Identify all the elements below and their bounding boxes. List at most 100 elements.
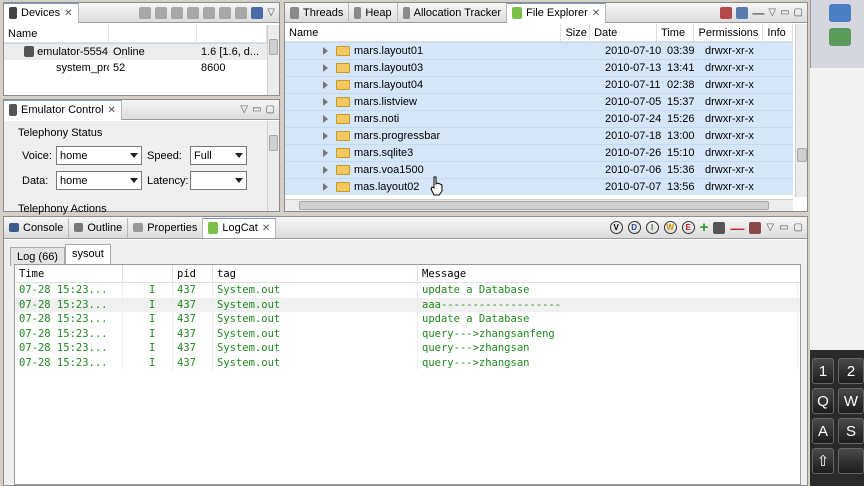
expand-arrow-icon[interactable] [323, 97, 328, 106]
log-row[interactable]: 07-28 15:23... I 437 System.out query--->zha… [15, 341, 800, 356]
debug-filter-button[interactable]: D [627, 221, 641, 234]
shift-key[interactable]: ⇧ [812, 448, 834, 474]
expand-arrow-icon[interactable] [323, 131, 328, 140]
delete-icon[interactable]: — [752, 6, 764, 20]
file-col-info[interactable]: Info [763, 24, 793, 42]
expand-arrow-icon[interactable] [323, 182, 328, 191]
close-icon[interactable]: ✕ [592, 8, 600, 19]
debug-icon[interactable] [139, 6, 152, 19]
key-z[interactable] [838, 448, 864, 474]
devices-col-name[interactable]: Name [4, 24, 109, 43]
tab-threads[interactable]: Threads [285, 2, 350, 23]
speed-select[interactable]: Full [190, 146, 247, 165]
file-col-name[interactable]: Name [285, 24, 562, 42]
log-col-tag[interactable]: tag [213, 264, 418, 283]
maximize-icon[interactable]: ▢ [794, 7, 803, 18]
close-icon[interactable]: ✕ [262, 223, 270, 234]
tab-outline[interactable]: Outline [69, 217, 129, 238]
expand-arrow-icon[interactable] [323, 148, 328, 157]
add-filter-icon[interactable]: + [700, 219, 709, 236]
push-file-icon[interactable] [736, 6, 749, 19]
tab-emulator-control[interactable]: Emulator Control ✕ [4, 99, 122, 120]
file-explorer-vscroll-thumb[interactable] [797, 148, 807, 162]
log-row[interactable]: 07-28 15:23... I 437 System.out aaa---------… [15, 297, 800, 312]
edit-filter-icon[interactable] [713, 221, 726, 234]
key-a[interactable]: A [812, 418, 834, 444]
error-filter-button[interactable]: E [681, 221, 695, 234]
desktop-shortcut-icon[interactable] [829, 28, 851, 46]
tab-logcat[interactable]: LogCat ✕ [203, 217, 277, 238]
verbose-filter-button[interactable]: V [609, 221, 623, 234]
devices-col-status[interactable] [109, 24, 197, 43]
screen-capture-icon[interactable] [251, 6, 264, 19]
minimize-icon[interactable]: ▭ [779, 222, 788, 233]
maximize-icon[interactable]: ▢ [794, 222, 803, 233]
file-row[interactable]: mars.layout01 2010-07-10 03:39 drwxr-xr-x [285, 42, 793, 59]
emulator-scrollbar[interactable] [267, 121, 279, 211]
tab-properties[interactable]: Properties [128, 217, 204, 238]
key-1[interactable]: 1 [812, 358, 834, 384]
maximize-icon[interactable]: ▢ [266, 104, 275, 115]
key-s[interactable]: S [838, 418, 864, 444]
expand-arrow-icon[interactable] [323, 80, 328, 89]
file-col-time[interactable]: Time [657, 24, 695, 42]
devices-scroll-thumb[interactable] [269, 39, 278, 55]
devices-scrollbar[interactable] [267, 25, 279, 95]
log-row[interactable]: 07-28 15:23... I 437 System.out query--->zha… [15, 355, 800, 370]
emulator-scroll-thumb[interactable] [269, 135, 278, 151]
dump-hprof-icon[interactable] [171, 6, 184, 19]
tab-heap[interactable]: Heap [349, 2, 398, 23]
close-icon[interactable]: ✕ [64, 8, 72, 19]
tab-file-explorer[interactable]: File Explorer ✕ [507, 2, 607, 23]
tab-devices[interactable]: Devices ✕ [4, 2, 79, 23]
file-explorer-hscroll[interactable] [285, 199, 793, 211]
log-col-pid[interactable]: pid [173, 264, 213, 283]
warn-filter-button[interactable]: W [663, 221, 677, 234]
view-menu-icon[interactable]: ▽ [240, 104, 248, 115]
method-profiling-icon[interactable] [219, 6, 232, 19]
gc-icon[interactable] [187, 6, 200, 19]
clear-log-icon[interactable] [749, 221, 762, 234]
key-q[interactable]: Q [812, 388, 834, 414]
file-row[interactable]: mars.layout04 2010-07-11 02:38 drwxr-xr-x [285, 76, 793, 93]
file-row[interactable]: mars.listview 2010-07-05 15:37 drwxr-xr-x [285, 93, 793, 110]
file-col-size[interactable]: Size [561, 24, 591, 42]
file-row[interactable]: mars.sqlite3 2010-07-26 15:10 drwxr-xr-x [285, 144, 793, 161]
file-col-date[interactable]: Date [590, 24, 658, 42]
file-row[interactable]: mars.voa1500 2010-07-06 15:36 drwxr-xr-x [285, 161, 793, 178]
pull-file-icon[interactable] [720, 6, 733, 19]
expand-arrow-icon[interactable] [323, 165, 328, 174]
log-row[interactable]: 07-28 15:23... I 437 System.out query--->zha… [15, 326, 800, 341]
remove-filter-icon[interactable]: — [730, 220, 744, 236]
tab-console[interactable]: Console [4, 217, 70, 238]
key-w[interactable]: W [838, 388, 864, 414]
key-2[interactable]: 2 [838, 358, 864, 384]
expand-arrow-icon[interactable] [323, 63, 328, 72]
log-col-time[interactable]: Time [15, 264, 123, 283]
file-row[interactable]: mars.layout03 2010-07-13 13:41 drwxr-xr-x [285, 59, 793, 76]
update-heap-icon[interactable] [155, 6, 168, 19]
log-row[interactable]: 07-28 15:23... I 437 System.out update a Dat… [15, 283, 800, 298]
devices-col-info[interactable] [197, 24, 267, 43]
view-menu-icon[interactable]: ▽ [267, 7, 275, 18]
update-threads-icon[interactable] [203, 6, 216, 19]
data-select[interactable]: home [56, 171, 142, 190]
file-explorer-vscroll[interactable] [795, 24, 807, 197]
file-row[interactable]: mars.noti 2010-07-24 15:26 drwxr-xr-x [285, 110, 793, 127]
process-row[interactable]: system_process 52 8600 [4, 60, 267, 77]
minimize-icon[interactable]: ▭ [252, 104, 261, 115]
expand-arrow-icon[interactable] [323, 46, 328, 55]
voice-select[interactable]: home [56, 146, 142, 165]
minimize-icon[interactable]: ▭ [780, 7, 789, 18]
stop-process-icon[interactable] [235, 6, 248, 19]
file-row[interactable]: mars.progressbar 2010-07-18 13:00 drwxr-xr-… [285, 127, 793, 144]
device-row[interactable]: emulator-5554 Online 1.6 [1.6, d... [4, 43, 267, 60]
info-filter-button[interactable]: I [645, 221, 659, 234]
close-icon[interactable]: ✕ [108, 105, 116, 116]
desktop-shortcut-icon[interactable] [829, 4, 851, 22]
log-row[interactable]: 07-28 15:23... I 437 System.out update a Dat… [15, 312, 800, 327]
file-explorer-hscroll-thumb[interactable] [299, 201, 769, 210]
file-col-permissions[interactable]: Permissions [694, 24, 764, 42]
file-row[interactable]: mas.layout02 2010-07-07 13:56 drwxr-xr-x [285, 178, 793, 195]
tab-allocation-tracker[interactable]: Allocation Tracker [398, 2, 508, 23]
